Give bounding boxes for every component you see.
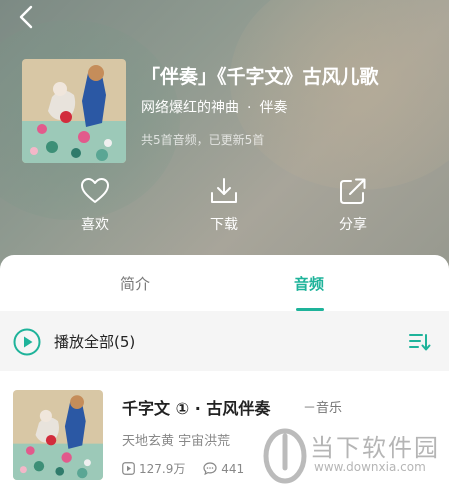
- header-blur-blob: [230, 0, 449, 190]
- share-icon: [340, 178, 366, 204]
- album-track-count: 共5首音频，已更新5首: [141, 133, 265, 147]
- album-title: 「伴奏」《千字文》古风儿歌: [141, 66, 379, 88]
- album-category-sub[interactable]: 伴奏: [259, 100, 287, 116]
- comment-count: 441: [203, 462, 244, 476]
- comment-count-value: 441: [221, 461, 245, 476]
- download-icon: [211, 178, 237, 203]
- play-all-button[interactable]: 播放全部(5): [54, 331, 135, 352]
- track-stats: 127.9万 441: [122, 460, 244, 478]
- like-button[interactable]: 喜欢: [60, 176, 130, 234]
- meta-separator: ·: [247, 100, 252, 116]
- tab-intro[interactable]: 简介: [120, 273, 150, 294]
- tab-bar: 简介 音频: [0, 255, 449, 311]
- album-header: 「伴奏」《千字文》古风儿歌 网络爆红的神曲 · 伴奏 共5首音频，已更新5首 喜欢 …: [0, 0, 449, 270]
- tab-audio[interactable]: 音频: [294, 273, 324, 294]
- play-all-bar: 播放全部(5): [0, 311, 449, 371]
- track-thumbnail: [13, 390, 103, 480]
- like-label: 喜欢: [81, 217, 109, 233]
- sort-list-icon[interactable]: [409, 332, 431, 352]
- play-count-icon: [122, 462, 135, 475]
- back-arrow-icon[interactable]: [14, 4, 40, 30]
- track-subtitle: 天地玄黄 宇宙洪荒: [122, 434, 231, 449]
- album-cover: [22, 59, 126, 163]
- album-meta: 网络爆红的神曲 · 伴奏: [141, 97, 287, 117]
- track-tag: －音乐: [303, 401, 343, 416]
- play-count-value: 127.9万: [139, 462, 186, 476]
- heart-icon: [81, 178, 109, 203]
- play-count: 127.9万: [122, 460, 185, 477]
- download-button[interactable]: 下载: [189, 176, 259, 234]
- share-label: 分享: [339, 217, 367, 233]
- share-button[interactable]: 分享: [318, 176, 388, 234]
- album-category[interactable]: 网络爆红的神曲: [141, 100, 239, 116]
- track-item[interactable]: 千字文 ① · 古风伴奏 －音乐 天地玄黄 宇宙洪荒 127.9万 441: [0, 380, 449, 493]
- content-panel: 简介 音频 播放全部(5) 千字文 ① · 古风伴奏 －音乐 天地玄黄 宇宙洪荒…: [0, 255, 449, 493]
- track-title: 千字文 ① · 古风伴奏: [122, 399, 271, 418]
- download-label: 下载: [210, 217, 238, 233]
- play-circle-icon[interactable]: [13, 328, 41, 356]
- comment-icon: [203, 462, 217, 475]
